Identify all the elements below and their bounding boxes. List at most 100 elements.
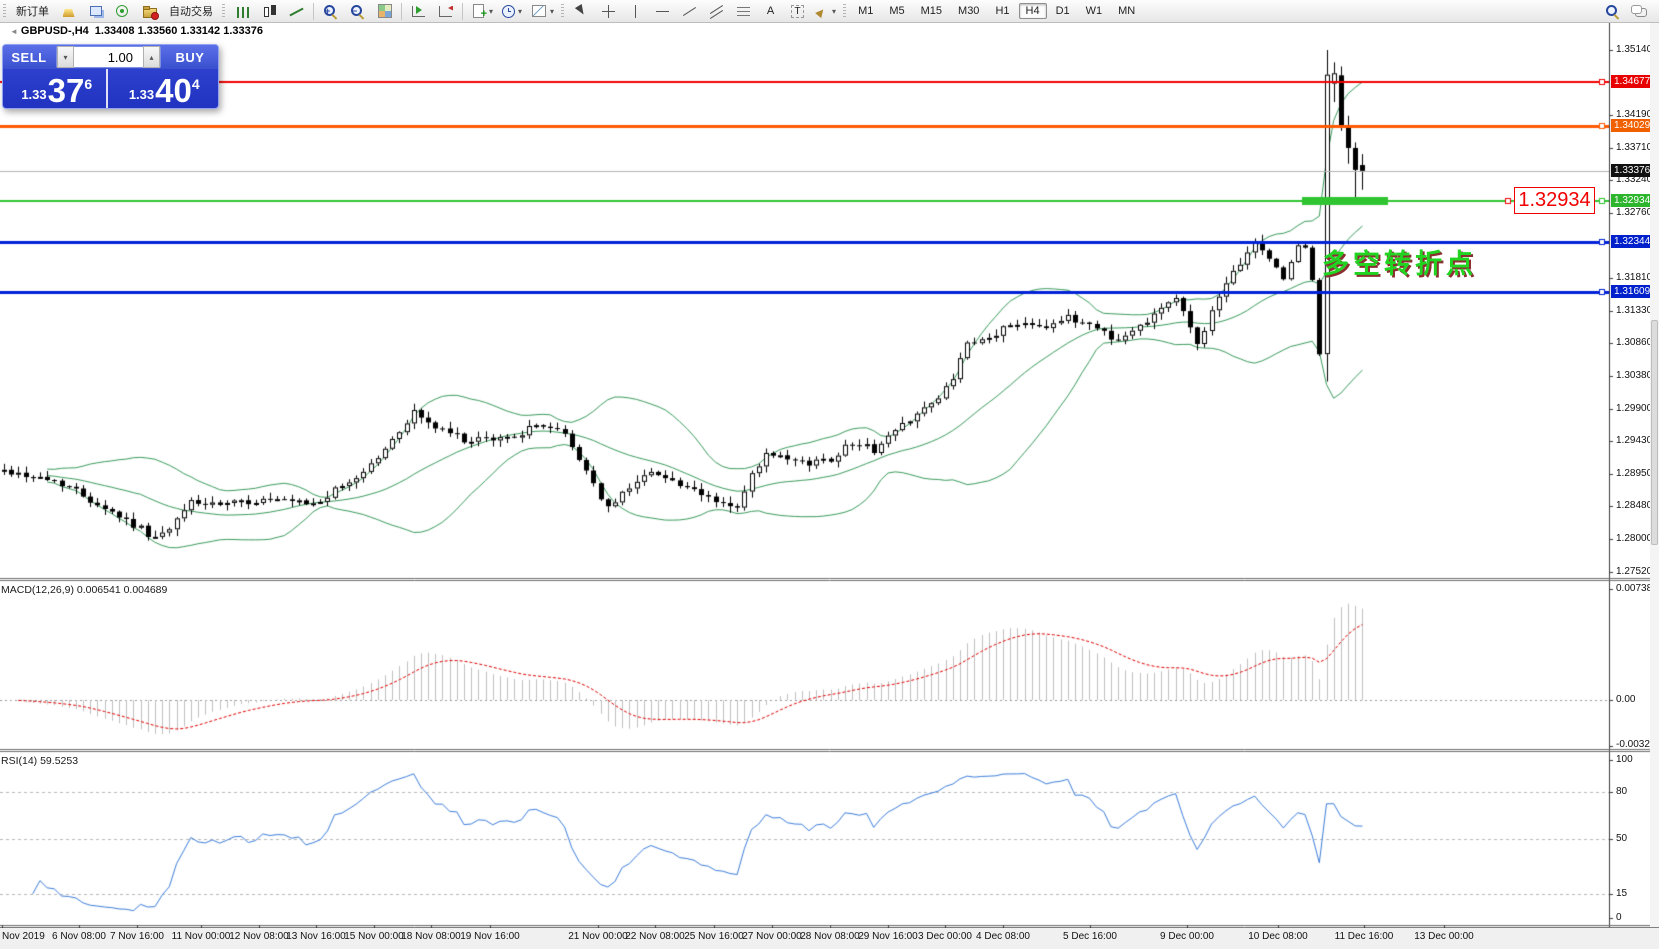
- auto-trading-button-label: 自动交易: [167, 3, 215, 19]
- vertical-line-button[interactable]: [622, 1, 649, 22]
- timeframe-h1-button[interactable]: H1: [988, 3, 1016, 19]
- horizontal-line-button[interactable]: [649, 1, 676, 22]
- auto-trading-button[interactable]: 自动交易: [163, 1, 219, 22]
- chart-shift-button[interactable]: [432, 1, 459, 22]
- sell-price-small: 1.33: [21, 87, 46, 102]
- toolbar-grip: [843, 4, 846, 19]
- buy-price-sup: 4: [192, 76, 200, 92]
- trade-panel-header: SELL ▾ ▴ BUY: [3, 45, 218, 69]
- macd-tick-label: 0.00: [1616, 694, 1635, 705]
- time-axis-label: 11 Dec 16:00: [1335, 931, 1394, 942]
- dropdown-arrow-icon: ▾: [832, 7, 836, 16]
- chart-shift-icon: [439, 6, 452, 17]
- price-tick-label: 1.30860: [1616, 337, 1652, 348]
- timeframe-m30-button[interactable]: M30: [951, 3, 986, 19]
- new-order-button[interactable]: 新订单: [10, 1, 55, 22]
- scrollbar-thumb[interactable]: [1651, 320, 1658, 545]
- timeframe-m15-button[interactable]: M15: [914, 3, 949, 19]
- text-button[interactable]: A: [757, 1, 784, 22]
- dropdown-arrow-icon: ▾: [550, 7, 554, 16]
- vertical-scrollbar[interactable]: [1650, 22, 1659, 927]
- chart-title: ◄GBPUSD-,H41.33408 1.33560 1.33142 1.333…: [10, 25, 263, 37]
- auto-scroll-button[interactable]: [405, 1, 432, 22]
- timeframe-d1-button[interactable]: D1: [1049, 3, 1077, 19]
- periods-button[interactable]: ▾: [497, 1, 526, 22]
- buy-price[interactable]: 1.33 40 4: [111, 69, 219, 108]
- volume-increase-button[interactable]: ▴: [143, 46, 160, 68]
- cursor-button[interactable]: [568, 1, 595, 22]
- sell-button[interactable]: SELL: [3, 45, 55, 69]
- time-axis-label: 4 Dec 08:00: [976, 931, 1030, 942]
- zoom-out-button[interactable]: −: [344, 1, 371, 22]
- chat-button[interactable]: [1626, 1, 1653, 22]
- profiles-button[interactable]: [82, 1, 109, 22]
- arrows-button[interactable]: ▾: [811, 1, 840, 22]
- buy-price-small: 1.33: [129, 87, 154, 102]
- strategy-tester-button[interactable]: [136, 1, 163, 22]
- sell-price-big: 37: [48, 77, 85, 105]
- timeframe-mn-button[interactable]: MN: [1111, 3, 1142, 19]
- zoom-in-icon: +: [323, 4, 338, 19]
- time-axis-label: 12 Nov 08:00: [229, 931, 289, 942]
- volume-stepper[interactable]: ▾ ▴: [56, 46, 161, 68]
- volume-input[interactable]: [74, 49, 143, 66]
- fibonacci-button[interactable]: [730, 1, 757, 22]
- indicators-button[interactable]: +▾: [466, 1, 497, 22]
- price-tick-label: 1.32760: [1616, 207, 1652, 218]
- price-tick-label: 1.28950: [1616, 468, 1652, 479]
- time-axis-label: 27 Nov 00:00: [742, 931, 802, 942]
- tile-windows-button[interactable]: [371, 1, 398, 22]
- timeframe-h4-button[interactable]: H4: [1019, 3, 1047, 19]
- toolbar-separator: [401, 3, 402, 20]
- bar-chart-button[interactable]: [229, 1, 256, 22]
- templates-button[interactable]: ▾: [526, 1, 558, 22]
- bar-chart-icon: [237, 7, 249, 18]
- equidistant-channel-icon: [709, 4, 724, 19]
- text-label-button-label: T: [791, 5, 803, 18]
- sell-price[interactable]: 1.33 37 6: [3, 69, 111, 108]
- price-tick-label: 1.28480: [1616, 500, 1652, 511]
- timeframe-m5-button[interactable]: M5: [882, 3, 911, 19]
- line-chart-button[interactable]: [283, 1, 310, 22]
- toolbar: 新订单自动交易+−+▾▾▾AT▾M1M5M15M30H1H4D1W1MN: [0, 0, 1659, 23]
- price-tick-label: 1.31330: [1616, 305, 1652, 316]
- time-axis-label: 25 Nov 16:00: [684, 931, 744, 942]
- pivot-annotation-text[interactable]: 多空转折点: [1322, 242, 1477, 281]
- toolbar-grip: [222, 4, 225, 19]
- periods-icon: [502, 5, 515, 18]
- candlestick-chart-icon: [262, 4, 277, 19]
- time-axis-label: 21 Nov 00:00: [568, 931, 628, 942]
- one-click-trading-panel: SELL ▾ ▴ BUY 1.33 37 6 1.33 40 4: [2, 44, 219, 109]
- time-axis-label: 9 Dec 00:00: [1160, 931, 1214, 942]
- timeframe-m1-button[interactable]: M1: [851, 3, 880, 19]
- time-axis-label: 5 Dec 16:00: [1063, 931, 1117, 942]
- macd-label: MACD(12,26,9) 0.006541 0.004689: [1, 584, 167, 596]
- zoom-out-icon: −: [350, 4, 365, 19]
- time-axis: Nov 20196 Nov 08:007 Nov 16:0011 Nov 00:…: [0, 928, 1659, 949]
- price-tick-label: 1.27520: [1616, 566, 1652, 577]
- text-label-button[interactable]: T: [784, 1, 811, 22]
- trendline-button[interactable]: [676, 1, 703, 22]
- time-axis-label: 6 Nov 08:00: [52, 931, 106, 942]
- crosshair-icon: [601, 4, 616, 19]
- rsi-tick-label: 80: [1616, 786, 1627, 797]
- price-tick-label: 1.30380: [1616, 370, 1652, 381]
- crosshair-button[interactable]: [595, 1, 622, 22]
- zoom-in-button[interactable]: +: [317, 1, 344, 22]
- price-callout-box[interactable]: 1.32934: [1514, 187, 1595, 214]
- signals-button[interactable]: [109, 1, 136, 22]
- price-tick-label: 1.31810: [1616, 272, 1652, 283]
- rsi-label: RSI(14) 59.5253: [1, 755, 78, 767]
- equidistant-channel-button[interactable]: [703, 1, 730, 22]
- buy-button[interactable]: BUY: [162, 45, 218, 69]
- volume-decrease-button[interactable]: ▾: [57, 46, 74, 68]
- signals-icon: [115, 4, 130, 19]
- line-chart-icon: [289, 4, 304, 19]
- open-chart-button[interactable]: [55, 1, 82, 22]
- search-button[interactable]: [1599, 1, 1626, 22]
- candlestick-chart-button[interactable]: [256, 1, 283, 22]
- price-chart-canvas[interactable]: [0, 0, 1659, 949]
- timeframe-w1-button[interactable]: W1: [1079, 3, 1110, 19]
- rsi-tick-label: 0: [1616, 912, 1622, 923]
- new-order-button-label: 新订单: [14, 3, 51, 19]
